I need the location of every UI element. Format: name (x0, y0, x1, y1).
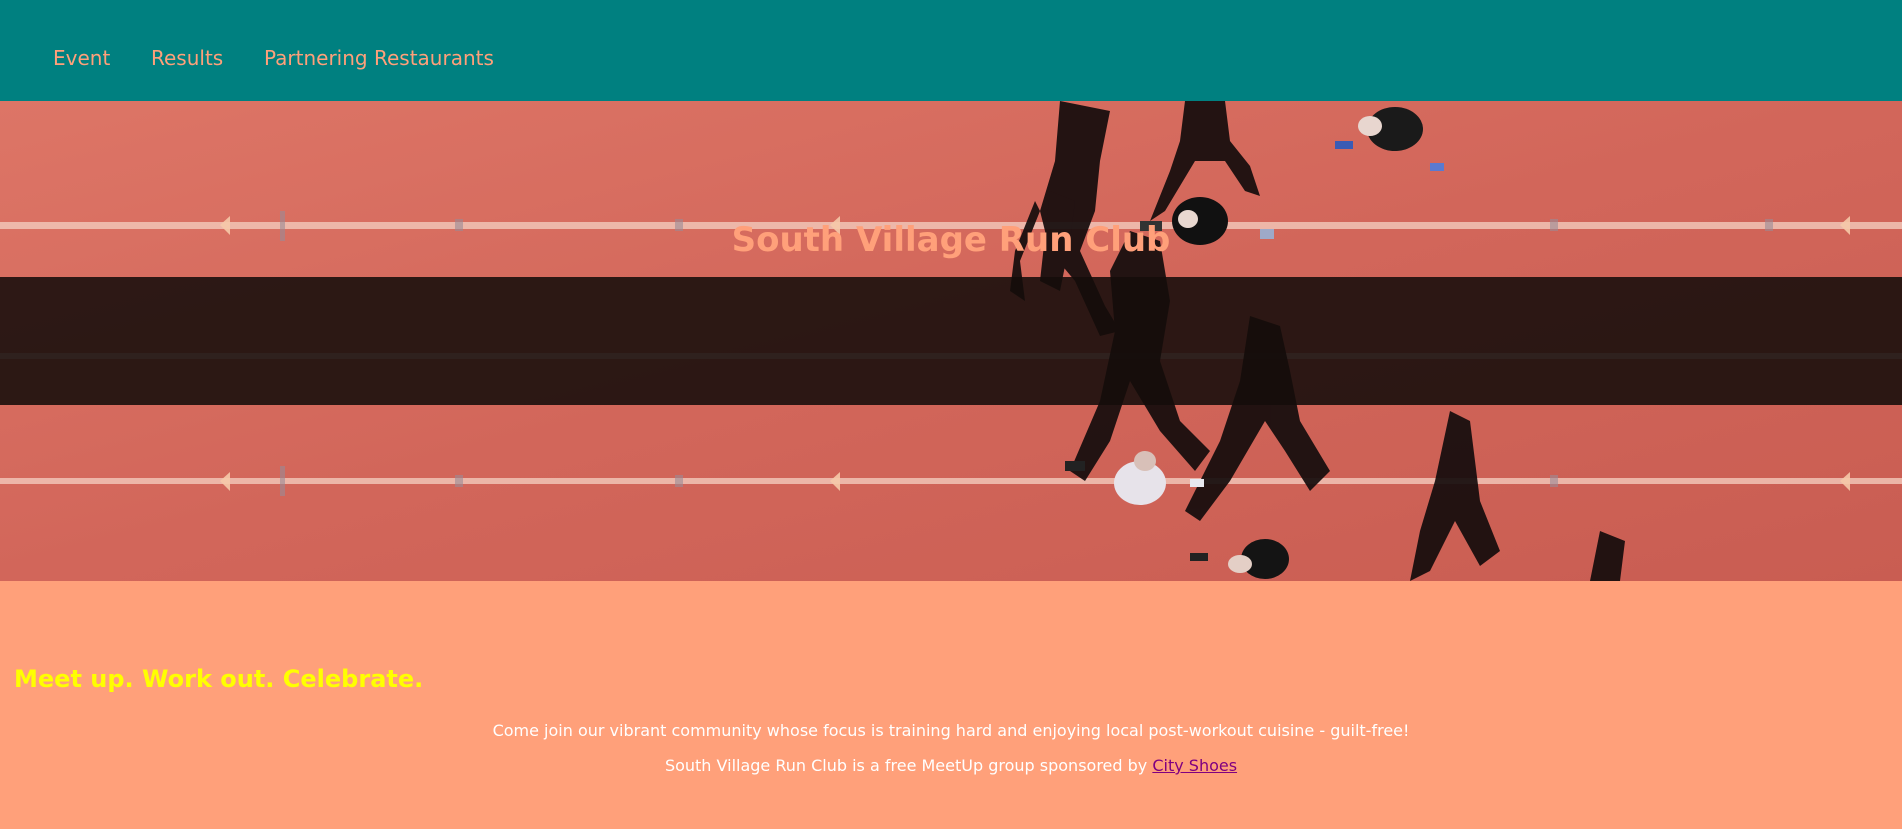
site-title: South Village Run Club (731, 220, 1171, 260)
sponsor-line: South Village Run Club is a free MeetUp … (0, 755, 1902, 777)
city-shoes-link[interactable]: City Shoes (1152, 756, 1237, 775)
hero-title-band (0, 277, 1902, 405)
nav-item-results[interactable]: Results (151, 46, 223, 70)
intro-description: Come join our vibrant community whose fo… (492, 721, 1410, 740)
nav-item-event[interactable]: Event (53, 46, 110, 70)
nav-item-partnering-restaurants[interactable]: Partnering Restaurants (264, 46, 494, 70)
tagline: Meet up. Work out. Celebrate. (14, 665, 424, 693)
top-navigation: Event Results Partnering Restaurants (0, 0, 1902, 101)
sponsor-text: South Village Run Club is a free MeetUp … (664, 756, 1153, 775)
hero-banner (0, 101, 1902, 581)
